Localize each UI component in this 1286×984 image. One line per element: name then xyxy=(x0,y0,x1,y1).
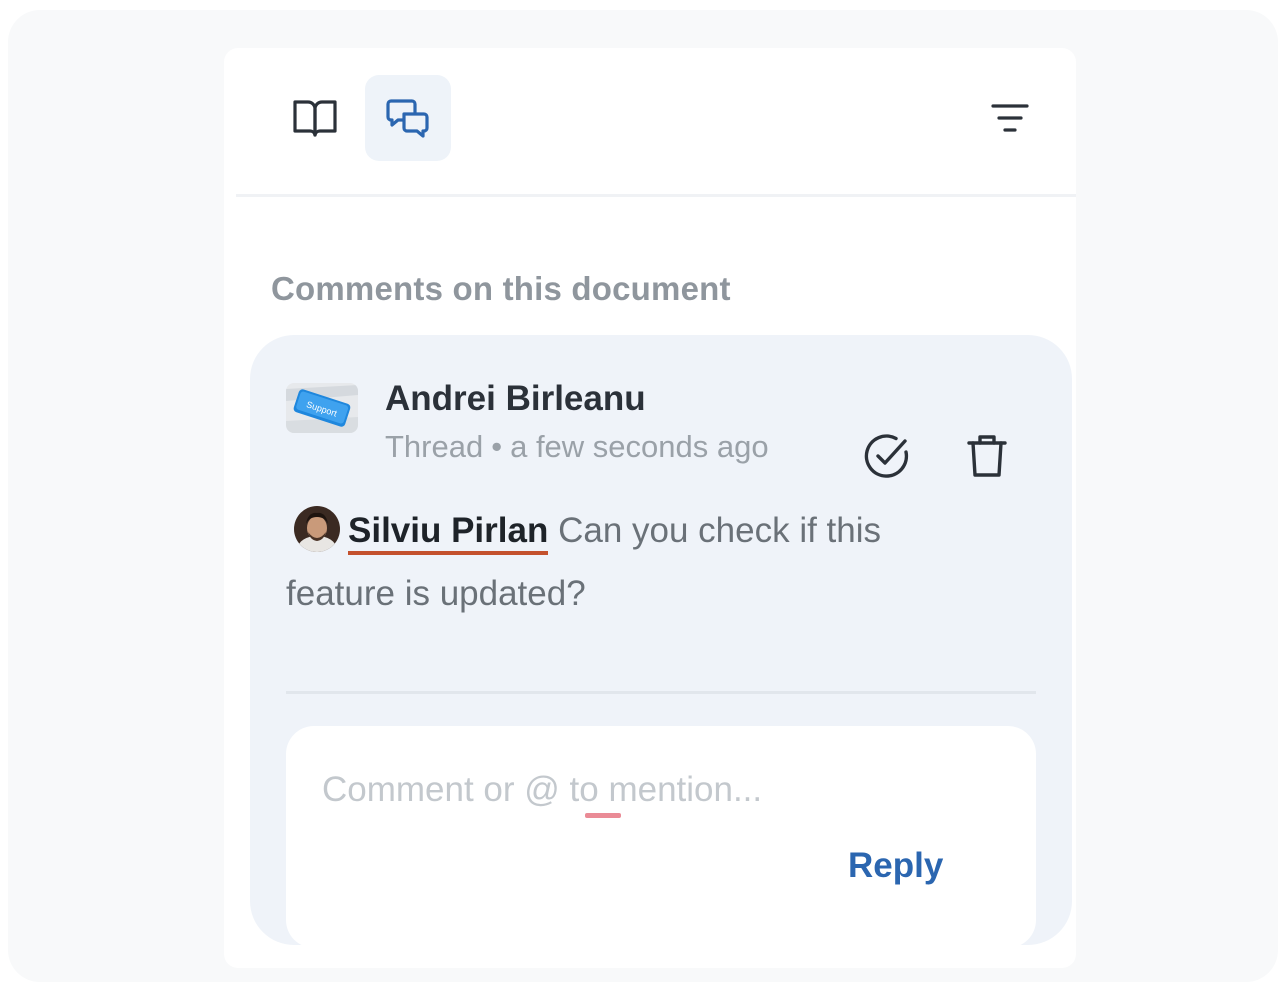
reply-button[interactable]: Reply xyxy=(848,846,943,886)
toolbar-divider xyxy=(236,194,1076,197)
reply-input[interactable] xyxy=(322,770,942,810)
mention-avatar xyxy=(294,506,340,552)
user-mention[interactable]: Silviu Pirlan xyxy=(348,511,549,555)
author-avatar: Support xyxy=(286,383,358,433)
comments-tab[interactable] xyxy=(365,75,451,161)
comment-author: Andrei Birleanu xyxy=(385,379,646,418)
filter-lines-icon xyxy=(991,103,1029,133)
reply-box: Reply xyxy=(286,726,1036,948)
filter-button[interactable] xyxy=(981,89,1039,147)
comments-icon xyxy=(386,97,430,139)
panel-toolbar xyxy=(224,48,1076,197)
comment-meta: Thread • a few seconds ago xyxy=(385,429,769,465)
comment-body: Silviu Pirlan Can you check if this feat… xyxy=(286,499,986,625)
delete-button[interactable] xyxy=(959,430,1015,486)
book-icon xyxy=(292,97,338,139)
comment-timestamp: a few seconds ago xyxy=(510,429,769,464)
comments-panel: Comments on this document Support Andrei… xyxy=(224,48,1076,968)
resolve-button[interactable] xyxy=(859,430,915,486)
book-tab[interactable] xyxy=(272,75,358,161)
check-circle-icon xyxy=(863,432,911,485)
meta-separator: • xyxy=(491,429,503,464)
section-title: Comments on this document xyxy=(271,270,731,307)
trash-icon xyxy=(967,433,1007,484)
app-background: Comments on this document Support Andrei… xyxy=(8,10,1278,982)
comment-thread-card: Support Andrei Birleanu Thread • a few sec… xyxy=(250,335,1072,948)
thread-label: Thread xyxy=(385,429,484,464)
spellcheck-underline xyxy=(585,813,621,818)
card-divider xyxy=(286,691,1036,694)
